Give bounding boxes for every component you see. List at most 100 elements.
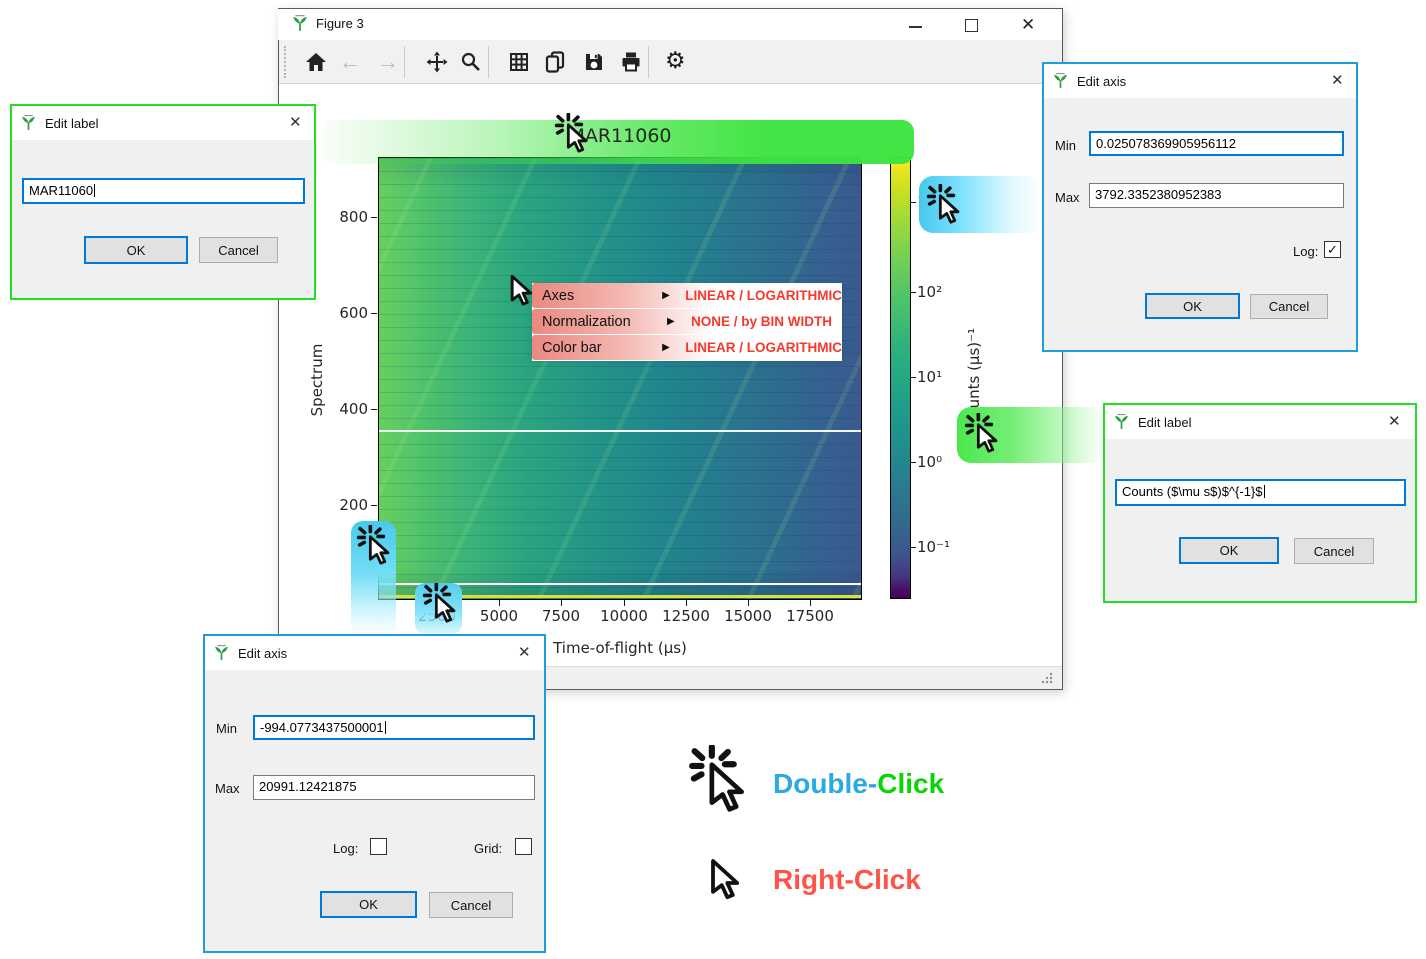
close-icon[interactable]: ✕ [289, 115, 302, 131]
mantid-app-icon [1052, 72, 1069, 89]
log-label: Log: [333, 841, 358, 856]
cancel-button[interactable]: Cancel [1294, 538, 1374, 564]
mantid-app-icon [213, 644, 230, 661]
home-icon[interactable] [304, 50, 328, 74]
double-click-cursor-icon [686, 745, 750, 814]
subplots-icon[interactable] [507, 50, 531, 74]
max-label: Max [1055, 190, 1080, 205]
maximize-icon[interactable] [965, 19, 978, 32]
grid-checkbox[interactable] [515, 838, 532, 855]
x-tick-mark [624, 600, 625, 606]
dialog-title: Edit label [45, 116, 98, 131]
close-icon[interactable]: ✕ [1388, 414, 1401, 430]
log-checkbox[interactable]: ✓ [1324, 241, 1341, 258]
y-tick-mark [371, 409, 377, 410]
pan-icon[interactable] [425, 50, 449, 74]
min-input[interactable]: -994.0773437500001 [253, 715, 535, 740]
label-input[interactable]: MAR11060 [22, 178, 305, 204]
y-tick-label: 200 [320, 496, 368, 514]
menu-item-hint: LINEAR / LOGARITHMIC [685, 340, 842, 355]
colorbar-tick-mark [911, 202, 916, 203]
toolbar-separator [488, 46, 489, 78]
menu-item-normalization[interactable]: Normalization▶NONE / by BIN WIDTH [532, 309, 842, 334]
edit-axis-dialog-colorbar: Edit axis ✕ Min 0.025078369905956112 Max… [1042, 62, 1358, 352]
x-tick-mark [686, 600, 687, 606]
zoom-icon[interactable] [459, 50, 483, 74]
plot-title[interactable]: MAR11060 [378, 125, 862, 147]
double-click-cursor-icon [963, 413, 1001, 454]
resize-grip[interactable] [1040, 671, 1054, 685]
legend-right-click: Right-Click [773, 864, 921, 896]
back-icon[interactable]: ← [339, 49, 361, 75]
close-icon[interactable]: ✕ [1021, 15, 1035, 35]
max-label: Max [215, 781, 240, 796]
min-input[interactable]: 0.025078369905956112 [1089, 131, 1344, 156]
max-input[interactable]: 20991.12421875 [253, 775, 535, 800]
menu-item-label: Axes [542, 288, 662, 304]
menu-item-color-bar[interactable]: Color bar▶LINEAR / LOGARITHMIC [532, 335, 842, 360]
x-tick-mark [748, 600, 749, 606]
cancel-button[interactable]: Cancel [429, 892, 513, 918]
submenu-arrow-icon: ▶ [662, 342, 685, 353]
log-checkbox[interactable] [370, 838, 387, 855]
colorbar[interactable] [890, 157, 911, 599]
ok-button[interactable]: OK [84, 236, 188, 264]
menu-item-hint: NONE / by BIN WIDTH [691, 314, 832, 329]
x-tick-label: 7500 [531, 607, 591, 625]
colorbar-tick-mark [911, 292, 916, 293]
colorbar-tick-mark [911, 377, 916, 378]
double-click-cursor-icon [925, 184, 963, 225]
right-click-cursor-icon [496, 264, 536, 307]
colorbar-tick-label: 10⁻¹ [917, 538, 950, 556]
x-tick-label: 17500 [780, 607, 840, 625]
log-label: Log: [1293, 244, 1318, 259]
figure-window-titlebar[interactable] [278, 9, 1061, 40]
ok-button[interactable]: OK [1145, 293, 1240, 319]
colorbar-tick-mark [911, 547, 916, 548]
y-tick-label: 400 [320, 400, 368, 418]
save-icon[interactable] [582, 50, 606, 74]
colorbar-tick-label: 10⁰ [917, 453, 942, 471]
y-tick-label: 800 [320, 208, 368, 226]
ok-button[interactable]: OK [320, 891, 417, 918]
x-tick-label: 12500 [656, 607, 716, 625]
cancel-button[interactable]: Cancel [199, 237, 278, 263]
x-tick-mark [810, 600, 811, 606]
grid-label: Grid: [474, 841, 502, 856]
ok-button[interactable]: OK [1179, 537, 1279, 564]
copy-icon[interactable] [543, 50, 567, 74]
window-title: Figure 3 [316, 16, 364, 31]
toolbar-separator [404, 46, 405, 78]
x-tick-label: 15000 [718, 607, 778, 625]
x-tick-mark [499, 600, 500, 606]
min-label: Min [1055, 138, 1076, 153]
double-click-cursor-icon [553, 113, 591, 154]
double-click-cursor-icon [421, 583, 459, 624]
toolbar-drag-handle[interactable] [284, 46, 286, 78]
close-icon[interactable]: ✕ [1331, 73, 1344, 89]
x-tick-label: 5000 [469, 607, 529, 625]
heatmap-canvas[interactable] [378, 157, 862, 600]
max-input[interactable]: 3792.3352380952383 [1089, 183, 1344, 208]
double-click-cursor-icon [355, 525, 393, 566]
dialog-title: Edit label [1138, 415, 1191, 430]
forward-icon[interactable]: → [377, 49, 399, 75]
plot-context-menu: Axes▶LINEAR / LOGARITHMICNormalization▶N… [532, 283, 842, 361]
legend-click-text: Click [877, 768, 944, 799]
print-icon[interactable] [619, 50, 643, 74]
menu-item-hint: LINEAR / LOGARITHMIC [685, 288, 842, 303]
label-input[interactable]: Counts ($\mu s$)$^{-1}$ [1115, 479, 1406, 506]
submenu-arrow-icon: ▶ [667, 316, 691, 327]
settings-gear-icon[interactable]: ⚙ [665, 47, 686, 74]
dialog-title: Edit axis [1077, 74, 1126, 89]
cancel-button[interactable]: Cancel [1250, 294, 1328, 319]
minimize-icon[interactable] [909, 26, 922, 28]
y-tick-mark [371, 313, 377, 314]
submenu-arrow-icon: ▶ [662, 290, 685, 301]
menu-item-label: Color bar [542, 340, 662, 356]
colorbar-tick-mark [911, 462, 916, 463]
menu-item-axes[interactable]: Axes▶LINEAR / LOGARITHMIC [532, 283, 842, 308]
toolbar-separator [648, 46, 649, 78]
x-tick-label: 10000 [594, 607, 654, 625]
close-icon[interactable]: ✕ [518, 645, 531, 661]
